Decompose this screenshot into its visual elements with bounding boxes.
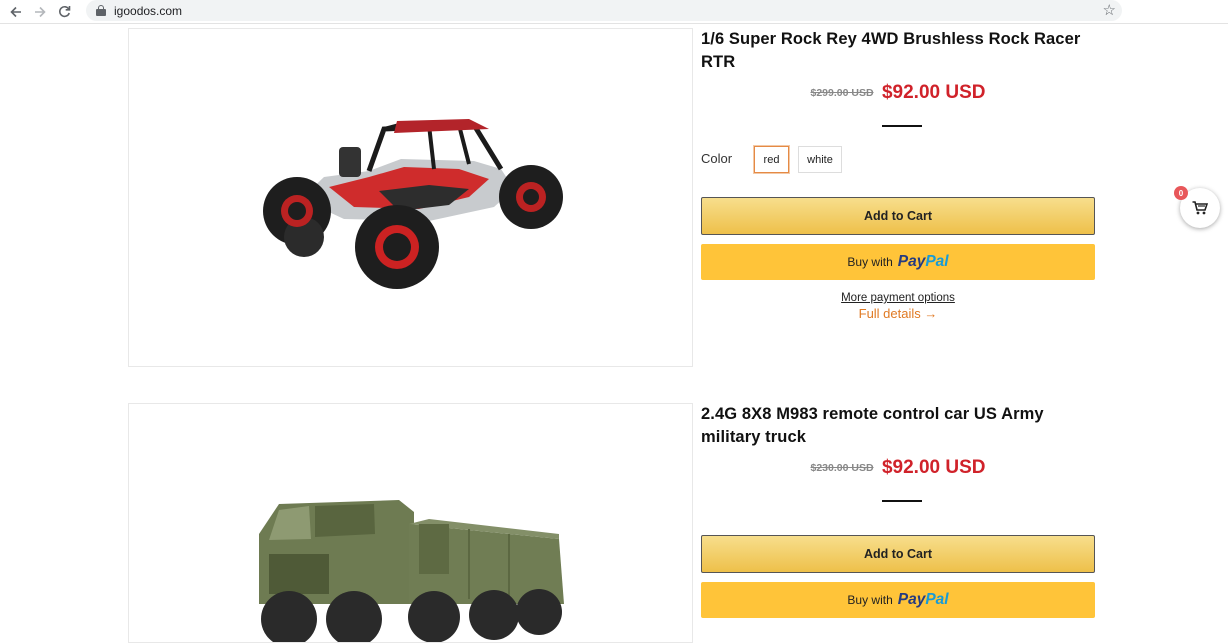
back-arrow-icon[interactable] bbox=[4, 2, 28, 22]
price-row: $230.00 USD $92.00 USD bbox=[701, 457, 1095, 479]
color-label: Color bbox=[701, 151, 733, 166]
lock-icon bbox=[96, 5, 106, 16]
divider bbox=[882, 125, 922, 127]
cart-count-badge: 0 bbox=[1174, 186, 1188, 200]
paypal-button[interactable]: Buy with Pay Pal bbox=[701, 244, 1095, 280]
rock-racer-image bbox=[263, 119, 563, 289]
more-payment-options-link[interactable]: More payment options bbox=[701, 292, 1095, 304]
add-to-cart-button[interactable]: Add to Cart bbox=[701, 535, 1095, 573]
shopping-cart-icon bbox=[1192, 201, 1208, 215]
paypal-logo-part2: Pal bbox=[925, 253, 949, 270]
sale-price: $92.00 USD bbox=[881, 457, 986, 478]
paypal-button[interactable]: Buy with Pay Pal bbox=[701, 582, 1095, 618]
browser-toolbar: igoodos.com ☆ bbox=[0, 0, 1228, 24]
full-details-link[interactable]: Full details → bbox=[701, 306, 1095, 321]
url-text: igoodos.com bbox=[114, 3, 183, 18]
add-to-cart-button[interactable]: Add to Cart bbox=[701, 197, 1095, 235]
compare-at-price: $299.00 USD bbox=[810, 87, 874, 99]
compare-at-price: $230.00 USD bbox=[810, 462, 874, 474]
paypal-prefix: Buy with bbox=[847, 593, 893, 607]
paypal-logo-part1: Pay bbox=[897, 591, 926, 608]
paypal-logo-part2: Pal bbox=[925, 591, 949, 608]
product-info: 1/6 Super Rock Rey 4WD Brushless Rock Ra… bbox=[701, 28, 1095, 328]
forward-arrow-icon[interactable] bbox=[28, 2, 52, 22]
product-title[interactable]: 2.4G 8X8 M983 remote control car US Army… bbox=[701, 403, 1095, 449]
product-title[interactable]: 1/6 Super Rock Rey 4WD Brushless Rock Ra… bbox=[701, 28, 1095, 74]
address-bar[interactable]: igoodos.com ☆ bbox=[86, 0, 1122, 21]
reload-icon[interactable] bbox=[52, 2, 76, 22]
sale-price: $92.00 USD bbox=[881, 82, 986, 103]
color-option-red[interactable]: red bbox=[753, 145, 790, 174]
divider bbox=[882, 500, 922, 502]
product-image-container[interactable] bbox=[128, 403, 693, 643]
paypal-logo-part1: Pay bbox=[897, 253, 926, 270]
product-image-container[interactable] bbox=[128, 28, 693, 367]
product-info: 2.4G 8X8 M983 remote control car US Army… bbox=[701, 403, 1095, 629]
military-truck-image bbox=[259, 500, 564, 642]
color-option-white[interactable]: white bbox=[798, 146, 842, 173]
paypal-prefix: Buy with bbox=[847, 255, 893, 269]
price-row: $299.00 USD $92.00 USD bbox=[701, 82, 1095, 104]
bookmark-star-icon[interactable]: ☆ bbox=[1103, 1, 1116, 19]
